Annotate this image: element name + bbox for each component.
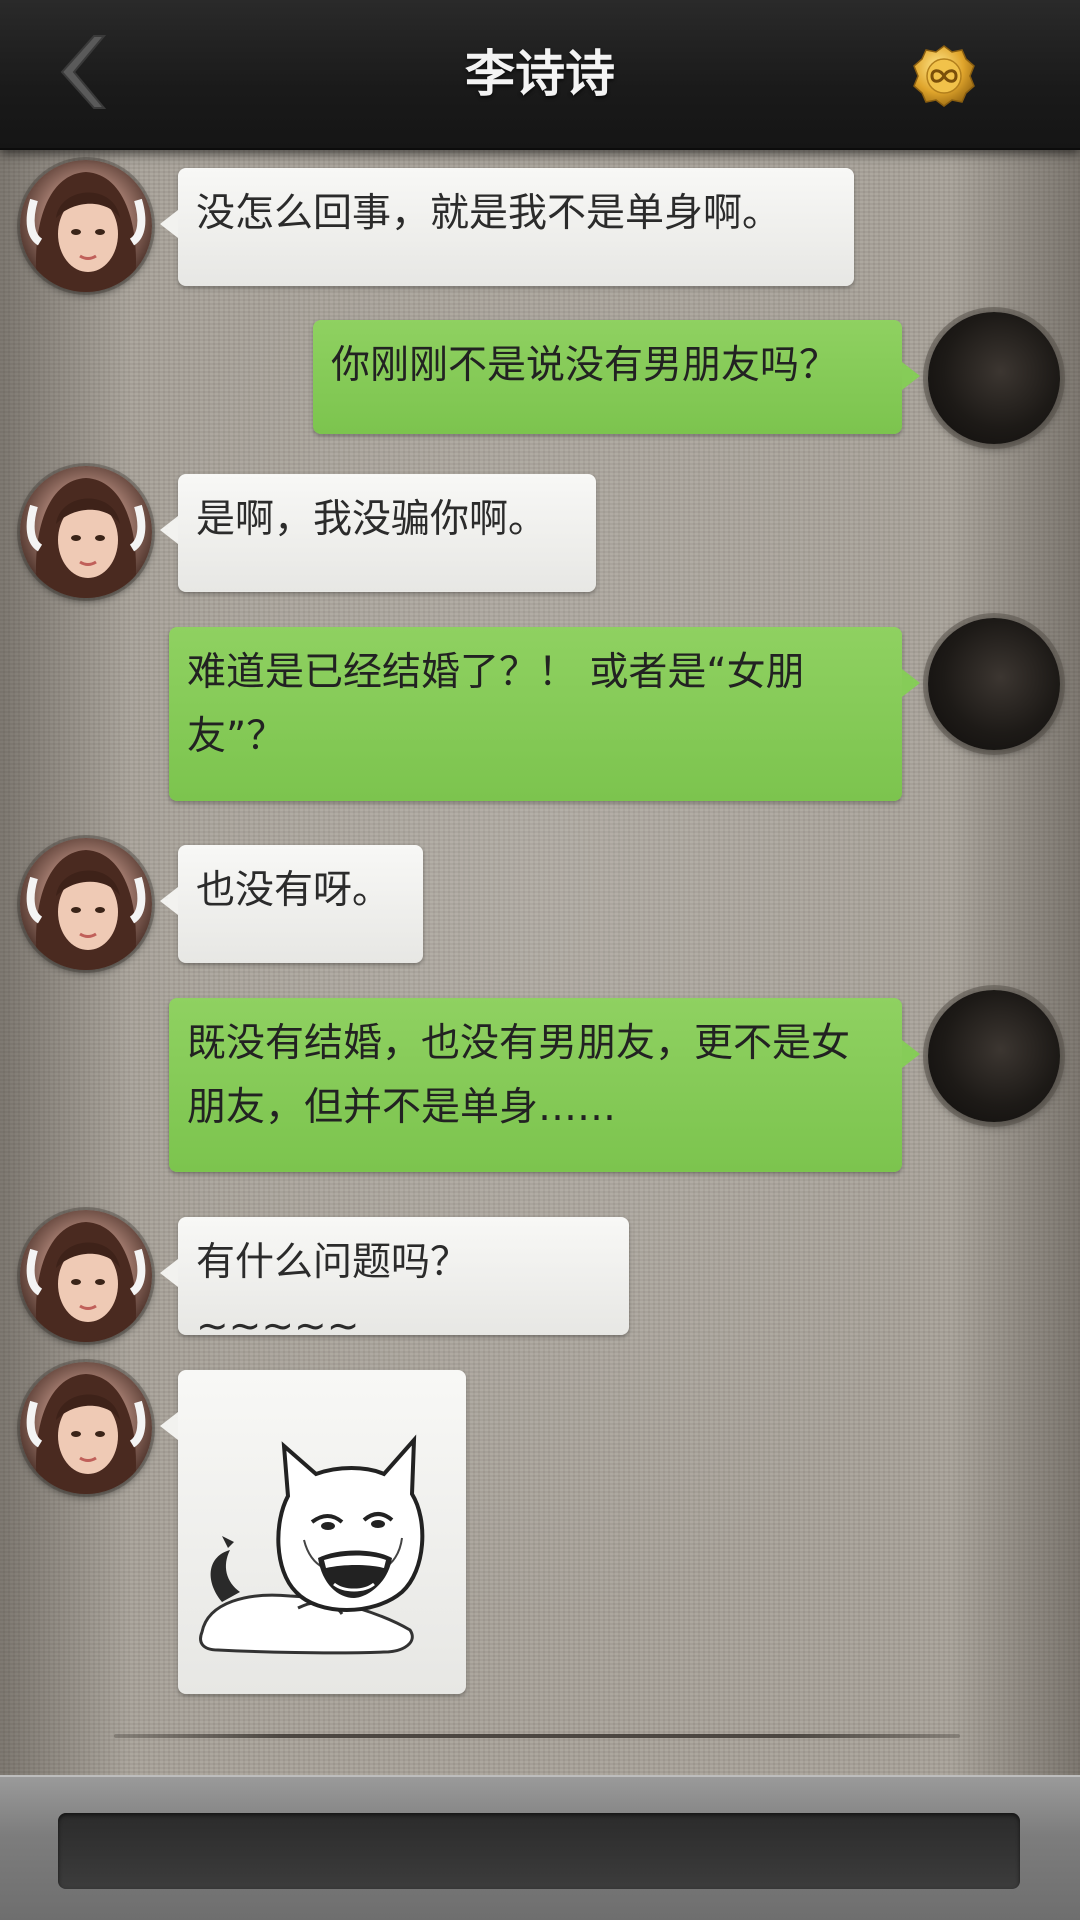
message-text: 有什么问题吗？~~~~~ <box>196 1240 470 1349</box>
message-bubble-outgoing[interactable]: 难道是已经结婚了？！ 或者是“女朋友”？ <box>169 627 920 801</box>
contact-avatar[interactable] <box>20 1362 152 1494</box>
message-bubble-incoming[interactable]: 没怎么回事，就是我不是单身啊。 <box>160 168 854 286</box>
back-button[interactable] <box>48 32 118 112</box>
message-text: 难道是已经结婚了？！ 或者是“女朋友”？ <box>187 650 805 759</box>
contact-avatar[interactable] <box>20 160 152 292</box>
bottom-input-bar <box>0 1775 1080 1920</box>
message-bubble-incoming[interactable]: 有什么问题吗？~~~~~ <box>160 1217 629 1349</box>
message-text: 是啊，我没骗你啊。 <box>196 497 548 542</box>
message-text: 也没有呀。 <box>196 868 392 913</box>
contact-avatar[interactable] <box>20 838 152 970</box>
my-avatar[interactable] <box>928 990 1060 1122</box>
message-bubble-incoming[interactable]: 是啊，我没骗你啊。 <box>160 474 596 592</box>
chat-screen: 李诗诗 没怎么回事，就是我不是单身啊。 你刚刚不是说没有男朋友吗？ 是啊，我没骗… <box>0 0 1080 1920</box>
message-text: 没怎么回事，就是我不是单身啊。 <box>196 191 782 236</box>
message-bubble-outgoing[interactable]: 你刚刚不是说没有男朋友吗？ <box>313 320 920 434</box>
infinity-coin-button[interactable] <box>912 44 976 108</box>
smug-cat-meme-sticker <box>199 1434 425 1655</box>
my-avatar[interactable] <box>928 312 1060 444</box>
page-title: 李诗诗 <box>465 44 615 103</box>
infinity-coin-icon <box>913 45 975 107</box>
message-bubble-sticker[interactable] <box>160 1370 466 1694</box>
contact-avatar[interactable] <box>20 1210 152 1342</box>
message-text: 既没有结婚，也没有男朋友，更不是女朋友，但并不是单身…… <box>187 1021 851 1130</box>
history-divider <box>114 1734 960 1738</box>
chevron-left-icon <box>60 35 107 109</box>
message-input[interactable] <box>58 1813 1020 1889</box>
message-text: 你刚刚不是说没有男朋友吗？ <box>331 343 839 388</box>
header-bar: 李诗诗 <box>0 0 1080 150</box>
message-bubble-outgoing[interactable]: 既没有结婚，也没有男朋友，更不是女朋友，但并不是单身…… <box>169 998 920 1172</box>
contact-avatar[interactable] <box>20 466 152 598</box>
message-bubble-incoming[interactable]: 也没有呀。 <box>160 845 423 963</box>
my-avatar[interactable] <box>928 618 1060 750</box>
chat-area[interactable]: 没怎么回事，就是我不是单身啊。 你刚刚不是说没有男朋友吗？ 是啊，我没骗你啊。 <box>0 148 1080 1775</box>
